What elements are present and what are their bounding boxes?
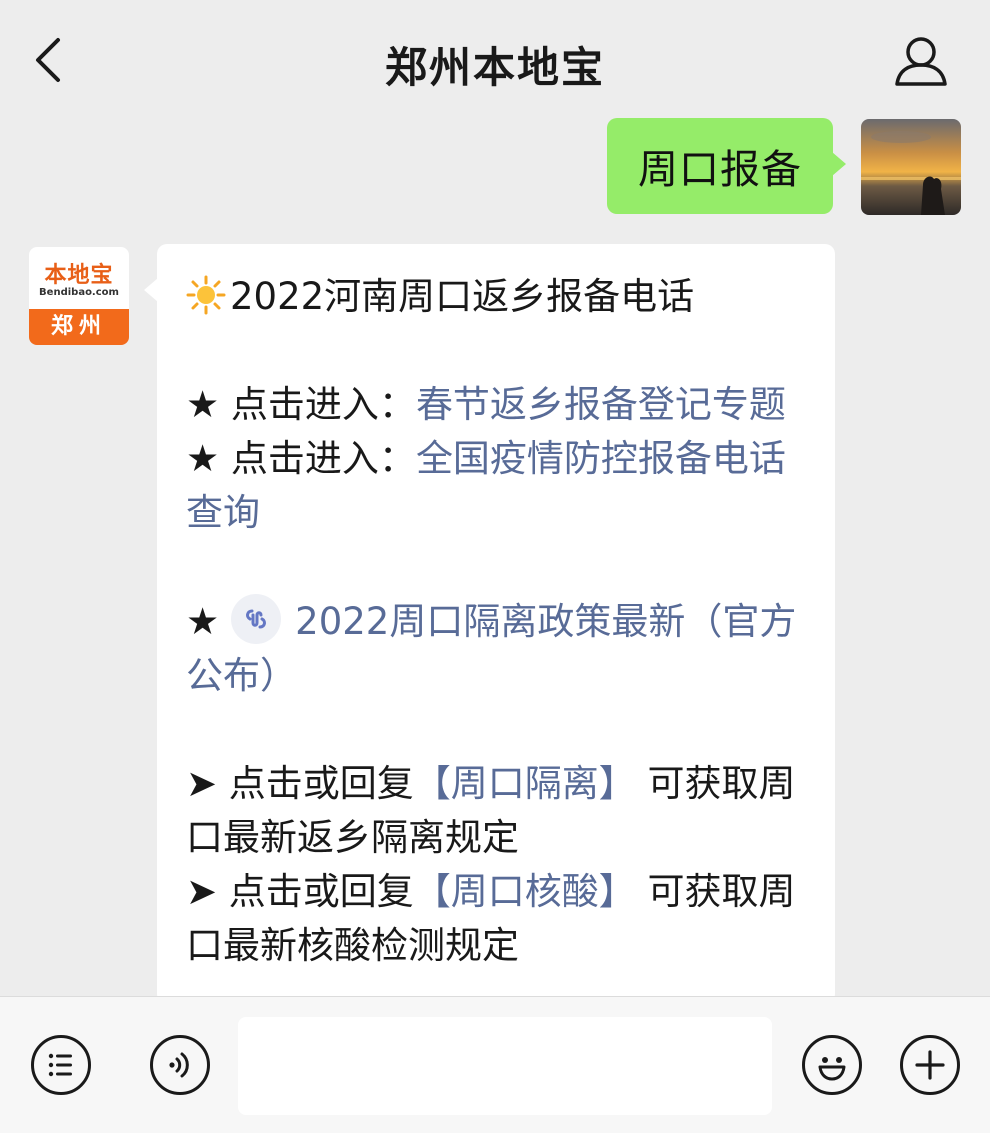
entry-link-spring-festival[interactable]: 春节返乡报备登记专题 (416, 383, 786, 426)
input-bar (0, 996, 990, 1133)
city-label: 郑州 (29, 309, 129, 345)
message-input[interactable] (238, 1017, 772, 1115)
menu-list-icon (48, 1053, 72, 1077)
emoji-button[interactable] (802, 1035, 862, 1095)
emoji-icon (818, 1057, 846, 1081)
bot-message-content: 2022河南周口返乡报备电话 ★ 点击进入：春节返乡报备登记专题 ★ 点击进入：… (186, 270, 816, 973)
bot-message-bubble: 2022河南周口返乡报备电话 ★ 点击进入：春节返乡报备登记专题 ★ 点击进入：… (144, 244, 835, 1004)
user-message-bubble[interactable]: 周口报备 (607, 118, 846, 214)
entry-prefix: ★ 点击进入： (186, 437, 416, 480)
brand-logo-text: 本地宝 (44, 263, 114, 288)
bubble-tail (144, 278, 158, 302)
user-avatar[interactable] (861, 119, 961, 215)
sunset-avatar-image (861, 119, 961, 215)
entry-prefix: ★ 点击进入： (186, 383, 416, 426)
voice-icon (169, 1052, 189, 1078)
reply-prefix: ➤ 点击或回复 (186, 762, 414, 805)
brand-url-text: Bendibao.com (39, 287, 119, 298)
sun-icon (186, 275, 226, 315)
reply-keyword-quarantine[interactable]: 【周口隔离】 (414, 762, 636, 805)
voice-button[interactable] (150, 1035, 210, 1095)
entry-item: ★ 点击进入：春节返乡报备登记专题 (186, 378, 816, 432)
person-icon[interactable] (893, 34, 949, 88)
reply-item: ➤ 点击或回复【周口隔离】 可获取周口最新返乡隔离规定 (186, 757, 816, 865)
page-title: 郑州本地宝 (384, 43, 605, 92)
menu-list-button[interactable] (31, 1035, 91, 1095)
entry-item: ★ 点击进入：全国疫情防控报备电话查询 (186, 432, 816, 540)
bubble-tail (832, 152, 846, 176)
plus-icon (915, 1050, 945, 1080)
headline-text: 2022河南周口返乡报备电话 (230, 275, 695, 318)
reply-item: ➤ 点击或回复【周口核酸】 可获取周口最新核酸检测规定 (186, 865, 816, 973)
mini-program-icon (231, 594, 282, 644)
user-message-text: 周口报备 (638, 147, 802, 193)
plus-button[interactable] (900, 1035, 960, 1095)
reply-prefix: ➤ 点击或回复 (186, 870, 414, 913)
logo-top: 本地宝 Bendibao.com (29, 247, 129, 309)
bot-avatar[interactable]: 本地宝 Bendibao.com 郑州 (29, 247, 129, 345)
reply-keyword-nucleic-acid[interactable]: 【周口核酸】 (414, 870, 636, 913)
entry-item: ★ 2022周口隔离政策最新（官方公布） (186, 594, 816, 703)
entry-prefix: ★ (186, 600, 220, 643)
chat-header: 郑州本地宝 (0, 0, 990, 120)
headline-line: 2022河南周口返乡报备电话 (186, 270, 816, 324)
